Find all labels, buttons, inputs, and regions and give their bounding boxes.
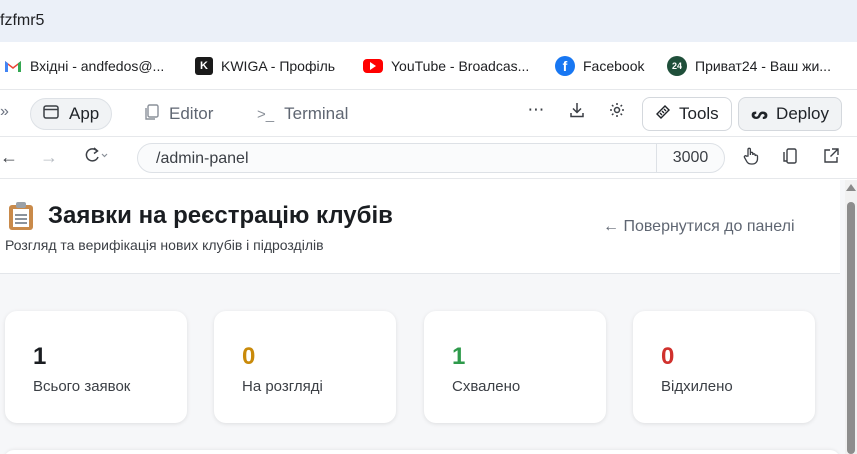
bookmark-youtube[interactable]: YouTube - Broadcas... (363, 56, 529, 76)
url-bar[interactable]: /admin-panel 3000 (137, 143, 725, 173)
bookmark-label: Вхідні - andfedos@... (30, 58, 165, 74)
scrollbar-thumb[interactable] (847, 202, 855, 454)
window-title: fzfmr5 (0, 12, 45, 29)
stat-card-total: 1 Всього заявок (5, 311, 187, 423)
reload-icon[interactable] (83, 146, 109, 169)
tab-label: App (69, 104, 100, 123)
page-header: Заявки на реєстрацію клубів Розгляд та в… (0, 180, 840, 274)
bookmarks-bar: Вхідні - andfedos@... K KWIGA - Профіль … (0, 42, 857, 90)
stat-value: 0 (242, 343, 256, 370)
stat-value: 0 (661, 343, 675, 370)
page-title-text: Заявки на реєстрацію клубів (48, 202, 393, 229)
bookmark-label: Приват24 - Ваш жи... (695, 58, 831, 74)
download-icon[interactable] (566, 102, 588, 123)
terminal-icon: >_ (257, 105, 275, 123)
gear-icon[interactable] (606, 102, 628, 123)
gmail-icon (4, 57, 22, 75)
tools-label: Tools (679, 104, 719, 123)
expand-sidebar-icon[interactable]: » (0, 103, 9, 121)
stat-card-pending: 0 На розгляді (214, 311, 396, 423)
stat-label: Всього заявок (33, 378, 131, 395)
stat-value: 1 (452, 343, 466, 370)
bookmark-label: KWIGA - Профіль (221, 58, 336, 74)
facebook-icon: f (555, 56, 575, 76)
applications-list-card (4, 450, 840, 454)
stat-value: 1 (33, 343, 47, 370)
app-preview: Заявки на реєстрацію клубів Розгляд та в… (0, 180, 845, 454)
stat-label: Відхилено (661, 378, 733, 395)
page-scrollbar[interactable] (845, 180, 857, 454)
kwiga-icon: K (195, 57, 213, 75)
youtube-icon (363, 59, 383, 73)
window-icon (43, 105, 59, 123)
scroll-up-icon[interactable] (846, 184, 856, 191)
bookmark-facebook[interactable]: f Facebook (555, 56, 644, 76)
tab-app[interactable]: App (30, 98, 113, 130)
bookmark-label: YouTube - Broadcas... (391, 58, 530, 74)
stat-label: Схвалено (452, 378, 521, 395)
bookmark-label: Facebook (583, 58, 645, 74)
tab-terminal[interactable]: >_ Terminal (245, 98, 360, 130)
back-to-panel-link[interactable]: ← Повернутися до панелі (603, 218, 795, 236)
browser-titlebar: fzfmr5 (0, 0, 857, 42)
device-toggle-icon[interactable] (782, 147, 798, 170)
tools-icon (655, 104, 671, 124)
pointer-hand-icon[interactable] (742, 147, 760, 170)
port-selector[interactable]: 3000 (656, 144, 724, 172)
webview-addressbar: ← → /admin-panel 3000 (0, 137, 857, 179)
deploy-label: Deploy (776, 104, 829, 123)
bookmark-kwiga[interactable]: K KWIGA - Профіль (195, 56, 335, 76)
stat-label: На розгляді (242, 378, 323, 395)
stat-card-approved: 1 Схвалено (424, 311, 606, 423)
stat-card-rejected: 0 Відхилено (633, 311, 815, 423)
bookmark-privat24[interactable]: 24 Приват24 - Ваш жи... (667, 56, 831, 76)
deploy-button[interactable]: ᔕ Deploy (738, 97, 842, 131)
url-text: /admin-panel (156, 150, 249, 167)
more-options-icon[interactable]: ⋯ (525, 100, 547, 120)
tab-editor[interactable]: Editor (133, 98, 225, 130)
deploy-icon: ᔕ (751, 106, 769, 123)
forward-arrow-icon[interactable]: → (40, 147, 58, 168)
file-icon (145, 104, 159, 124)
page-title: Заявки на реєстрацію клубів (8, 202, 393, 230)
page-subtitle: Розгляд та верифікація нових клубів і пі… (5, 237, 324, 253)
tab-label: Terminal (284, 104, 349, 123)
back-arrow-icon[interactable]: ← (0, 147, 18, 168)
tools-button[interactable]: Tools (642, 97, 732, 131)
open-external-icon[interactable] (822, 147, 840, 170)
clipboard-icon (8, 202, 34, 230)
tab-label: Editor (169, 104, 214, 123)
privat24-icon: 24 (667, 56, 687, 76)
workspace-toolbar: » App Editor >_ Terminal ⋯ Tools ᔕ Deplo… (0, 91, 857, 137)
bookmark-gmail[interactable]: Вхідні - andfedos@... (4, 56, 164, 76)
